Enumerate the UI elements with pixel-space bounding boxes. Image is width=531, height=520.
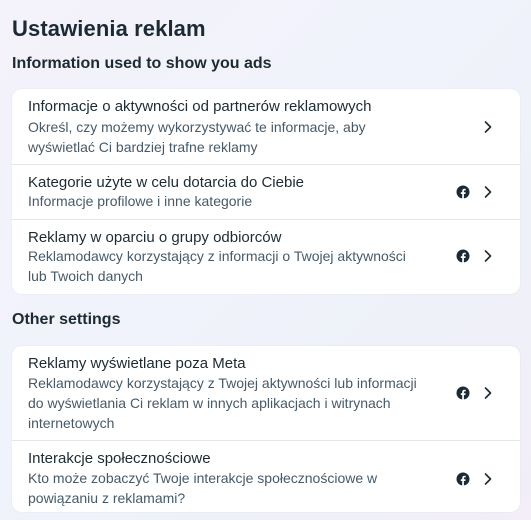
settings-row-description: Określ, czy możemy wykorzystywać te info… [28, 119, 366, 155]
settings-row-ads-outside-meta[interactable]: Reklamy wyświetlane poza Meta Reklamodaw… [12, 346, 520, 440]
settings-row-categories[interactable]: Kategorie użyte w celu dotarcia do Ciebi… [12, 165, 520, 219]
chevron-right-icon [484, 387, 492, 399]
settings-row-title: Informacje o aktywności od partnerów rek… [28, 98, 372, 115]
settings-row-description: Reklamodawcy korzystający z Twojej aktyw… [28, 375, 417, 431]
settings-row-title: Kategorie użyte w celu dotarcia do Ciebi… [28, 174, 304, 191]
ad-info-settings-card: Informacje o aktywności od partnerów rek… [12, 89, 520, 294]
settings-row-title: Reklamy w oparciu o grupy odbiorców [28, 229, 282, 246]
settings-row-audience-based[interactable]: Reklamy w oparciu o grupy odbiorców Rekl… [12, 220, 520, 294]
settings-row-title: Interakcje społecznościowe [28, 450, 211, 467]
settings-row-partner-activity[interactable]: Informacje o aktywności od partnerów rek… [12, 89, 520, 164]
section-heading-ad-info: Information used to show you ads [12, 55, 272, 72]
chevron-right-icon [484, 121, 492, 133]
facebook-icon [456, 249, 470, 263]
section-heading-other-settings: Other settings [12, 311, 121, 328]
facebook-icon [456, 185, 470, 199]
page-title: Ustawienia reklam [12, 16, 206, 41]
facebook-icon [456, 386, 470, 400]
chevron-right-icon [484, 186, 492, 198]
chevron-right-icon [484, 473, 492, 485]
settings-row-social-interactions[interactable]: Interakcje społecznościowe Kto może zoba… [12, 441, 520, 512]
chevron-right-icon [484, 250, 492, 262]
other-settings-card: Reklamy wyświetlane poza Meta Reklamodaw… [12, 346, 520, 512]
facebook-icon [456, 472, 470, 486]
settings-row-description: Reklamodawcy korzystający z informacji o… [28, 248, 406, 284]
settings-row-description: Informacje profilowe i inne kategorie [28, 193, 253, 209]
settings-row-description: Kto może zobaczyć Twoje interakcje społe… [28, 470, 378, 506]
settings-row-title: Reklamy wyświetlane poza Meta [28, 355, 246, 372]
